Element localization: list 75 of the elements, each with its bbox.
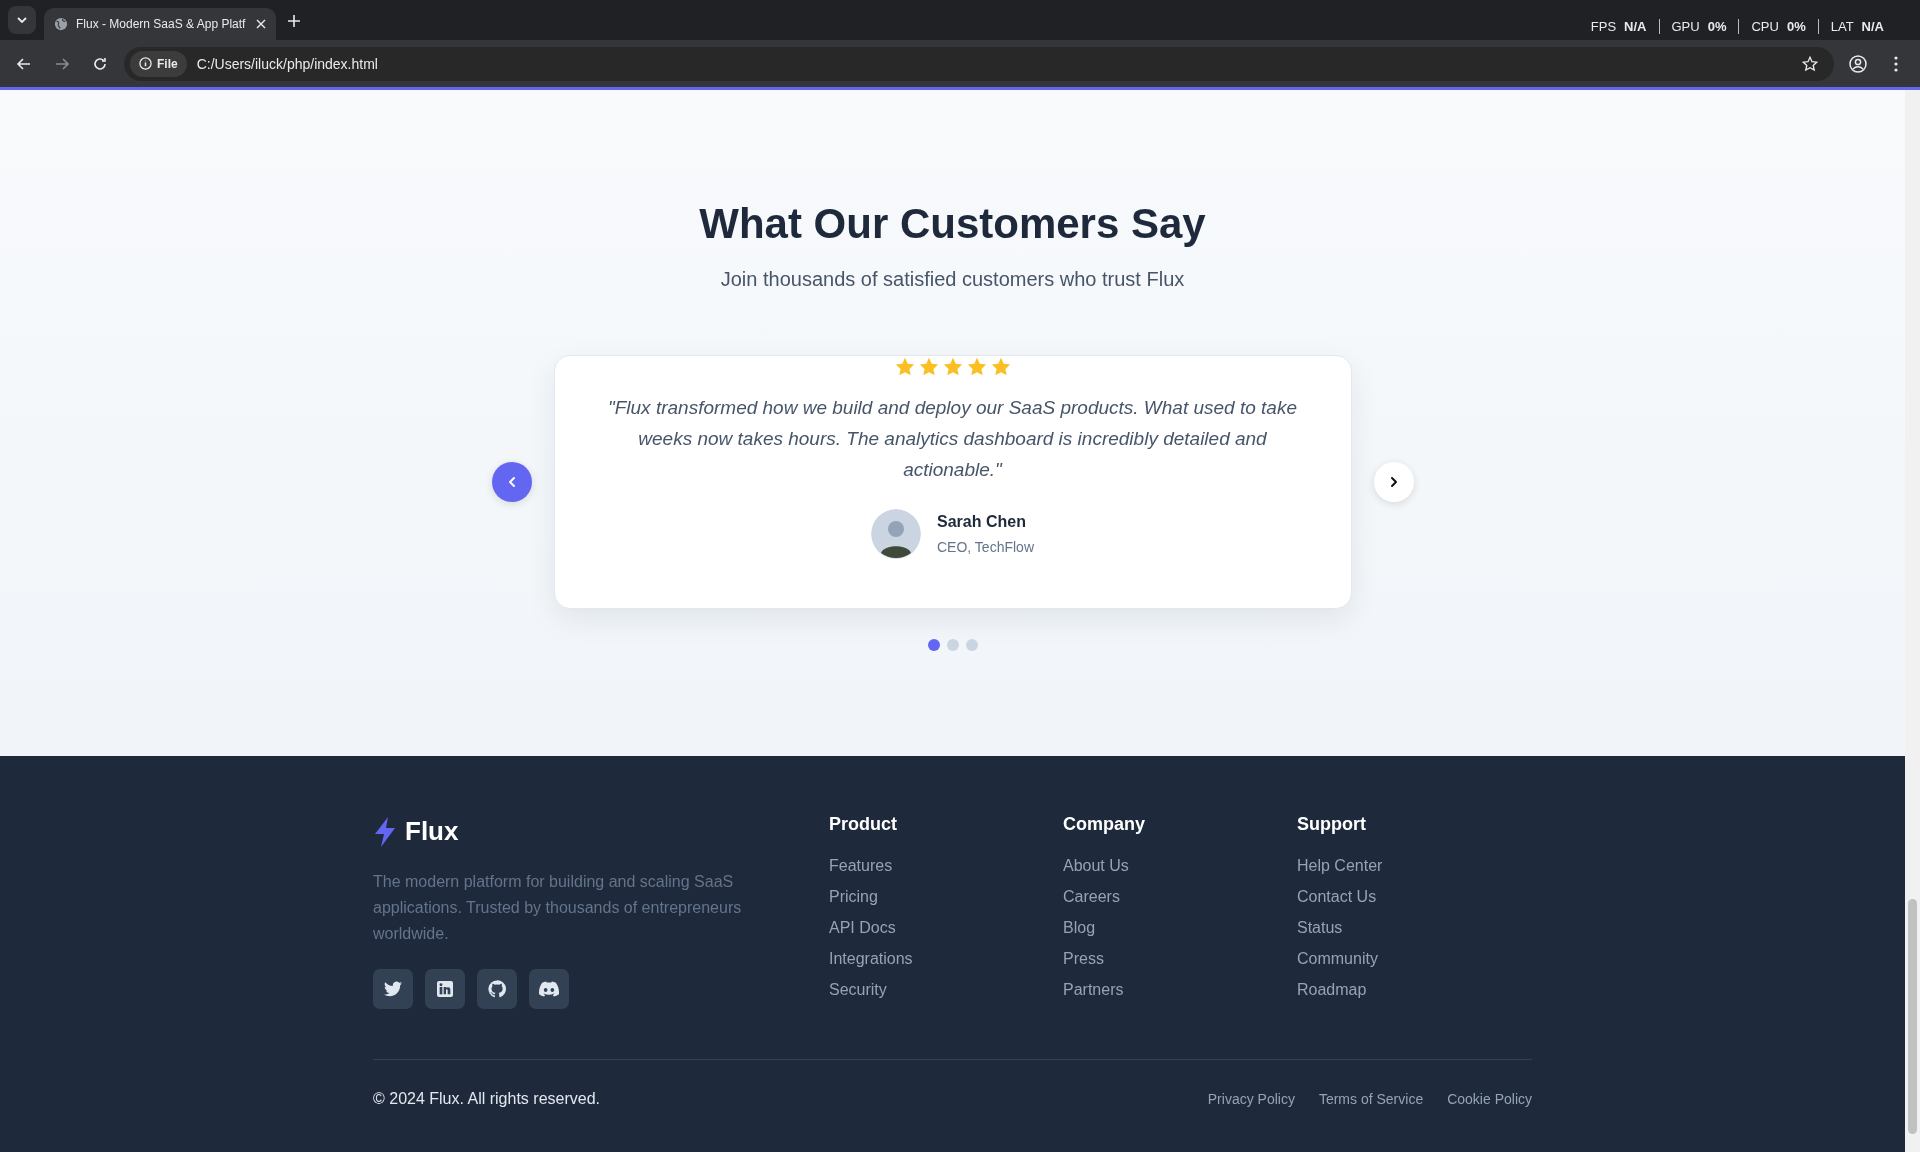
- footer-link[interactable]: About Us: [1063, 857, 1297, 875]
- stat-value: 0%: [1707, 18, 1727, 34]
- social-button[interactable]: [477, 969, 517, 1009]
- footer-link[interactable]: Contact Us: [1297, 888, 1531, 906]
- star-icon: [965, 356, 988, 378]
- stat-value: 0%: [1786, 18, 1806, 34]
- lightning-icon: [373, 816, 397, 847]
- stat-label: LAT: [1830, 18, 1854, 34]
- section-title: What Our Customers Say: [699, 200, 1206, 248]
- stat-label: CPU: [1751, 18, 1779, 34]
- footer-link[interactable]: Help Center: [1297, 857, 1531, 875]
- tab-list-button[interactable]: [8, 6, 36, 34]
- plus-icon: [288, 14, 300, 27]
- author-name: Sarah Chen: [937, 513, 1027, 531]
- github-icon: [488, 980, 506, 998]
- footer-link[interactable]: Community: [1297, 950, 1531, 968]
- site-info-chip[interactable]: File: [130, 50, 187, 77]
- column-heading: Support: [1297, 814, 1367, 835]
- social-button[interactable]: [529, 969, 569, 1009]
- stat-value: N/A: [1624, 18, 1647, 34]
- footer-link[interactable]: Careers: [1063, 888, 1297, 906]
- footer-link[interactable]: Status: [1297, 919, 1531, 937]
- previous-button[interactable]: [491, 462, 532, 502]
- star-icon: [893, 356, 916, 378]
- footer-link[interactable]: Security: [829, 981, 1063, 999]
- author-role: CEO, TechFlow: [937, 539, 1034, 555]
- brand-name: Flux: [405, 816, 459, 847]
- section-subtitle: Join thousands of satisfied customers who trust Flux: [720, 268, 1185, 291]
- linkedin-icon: [437, 981, 453, 997]
- close-icon[interactable]: [256, 19, 266, 29]
- social-button[interactable]: [373, 969, 413, 1009]
- star-icon: [917, 356, 940, 378]
- address-bar[interactable]: File C:/Users/iluck/php/index.html: [124, 46, 1834, 81]
- discord-icon: [539, 981, 559, 997]
- footer-link[interactable]: Features: [829, 857, 1063, 875]
- avatar: [871, 509, 921, 559]
- carousel-dot[interactable]: [927, 639, 940, 651]
- social-button[interactable]: [425, 969, 465, 1009]
- info-icon: [139, 57, 152, 70]
- legal-link[interactable]: Cookie Policy: [1447, 1091, 1532, 1107]
- tab-title: Flux - Modern SaaS & App Platf: [76, 17, 247, 31]
- carousel-dot[interactable]: [946, 639, 959, 651]
- globe-icon: [54, 17, 68, 31]
- scrollbar-thumb[interactable]: [1908, 899, 1917, 1134]
- reload-icon: [92, 55, 108, 72]
- footer-link[interactable]: Pricing: [829, 888, 1063, 906]
- footer-link[interactable]: Integrations: [829, 950, 1063, 968]
- url-text: C:/Users/iluck/php/index.html: [196, 55, 379, 72]
- star-icon: [941, 356, 964, 378]
- column-heading: Company: [1063, 814, 1146, 835]
- column-heading: Product: [829, 814, 898, 835]
- back-arrow-icon: [16, 55, 32, 72]
- footer-link[interactable]: Partners: [1063, 981, 1297, 999]
- footer-link[interactable]: API Docs: [829, 919, 1063, 937]
- profile-icon: [1849, 54, 1867, 73]
- chevron-icon: [17, 17, 27, 23]
- stat-label: FPS: [1590, 18, 1617, 34]
- legal-link[interactable]: Privacy Policy: [1207, 1091, 1295, 1107]
- copyright-text: © 2024 Flux. All rights reserved.: [373, 1090, 600, 1108]
- forward-arrow-icon: [54, 55, 70, 72]
- scrollbar[interactable]: [1905, 90, 1920, 1152]
- browser-tab[interactable]: Flux - Modern SaaS & App Platf: [44, 8, 276, 40]
- footer-link[interactable]: Press: [1063, 950, 1297, 968]
- footer-link[interactable]: Blog: [1063, 919, 1297, 937]
- testimonial-quote: "Flux transformed how we build and deploy our SaaS products. What used to take weeks now takes hours. The analytics dashboard is incredibly detailed and actionable.": [607, 396, 1298, 482]
- footer-description: The modern platform for building and scaling SaaS applications. Trusted by thousands of entrepreneurs worldwide.: [373, 872, 743, 944]
- bookmark-star-icon[interactable]: [1802, 55, 1818, 72]
- legal-link[interactable]: Terms of Service: [1318, 1091, 1424, 1107]
- bird-icon: [384, 981, 402, 997]
- star-icon: [989, 356, 1012, 378]
- menu-icon: [1894, 55, 1898, 72]
- stat-value: N/A: [1861, 18, 1884, 34]
- footer-link[interactable]: Roadmap: [1297, 981, 1531, 999]
- stat-label: GPU: [1671, 18, 1700, 34]
- carousel-dot[interactable]: [965, 639, 978, 651]
